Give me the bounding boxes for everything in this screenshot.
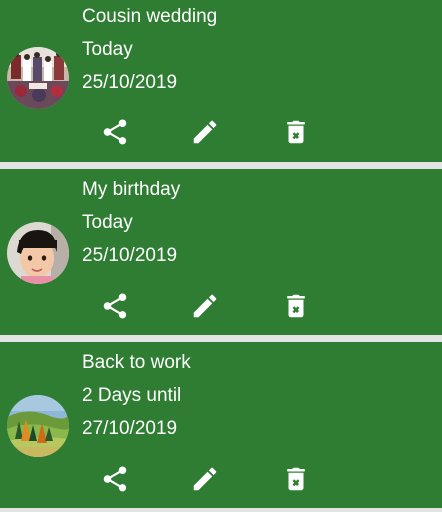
event-date: 27/10/2019 <box>82 418 178 439</box>
event-title: My birthday <box>82 179 181 200</box>
event-title: Back to work <box>82 352 191 373</box>
share-button[interactable] <box>100 117 130 147</box>
event-avatar-back-to-work <box>7 395 69 457</box>
event-card[interactable]: My birthday Today 25/10/2019 <box>0 169 442 335</box>
event-card[interactable]: Back to work 2 Days until 27/10/2019 <box>0 342 442 508</box>
delete-button[interactable] <box>281 464 311 494</box>
edit-icon <box>193 120 217 144</box>
edit-button[interactable] <box>190 117 220 147</box>
edit-button[interactable] <box>190 291 220 321</box>
share-button[interactable] <box>100 464 130 494</box>
edit-icon <box>193 294 217 318</box>
event-status: Today <box>82 39 133 60</box>
share-button[interactable] <box>100 291 130 321</box>
share-icon <box>103 119 127 145</box>
event-date: 25/10/2019 <box>82 245 178 266</box>
share-icon <box>103 466 127 492</box>
event-card[interactable]: Cousin wedding Today 25/10/2019 <box>0 0 442 162</box>
delete-icon <box>287 294 305 318</box>
share-icon <box>103 293 127 319</box>
delete-icon <box>287 120 305 144</box>
delete-icon <box>287 467 305 491</box>
edit-button[interactable] <box>190 464 220 494</box>
event-status: Today <box>82 212 133 233</box>
delete-button[interactable] <box>281 291 311 321</box>
event-avatar-birthday <box>7 222 69 284</box>
event-date: 25/10/2019 <box>82 72 178 93</box>
event-avatar-wedding <box>7 47 69 109</box>
event-status: 2 Days until <box>82 385 182 406</box>
delete-button[interactable] <box>281 117 311 147</box>
event-title: Cousin wedding <box>82 6 218 27</box>
edit-icon <box>193 467 217 491</box>
